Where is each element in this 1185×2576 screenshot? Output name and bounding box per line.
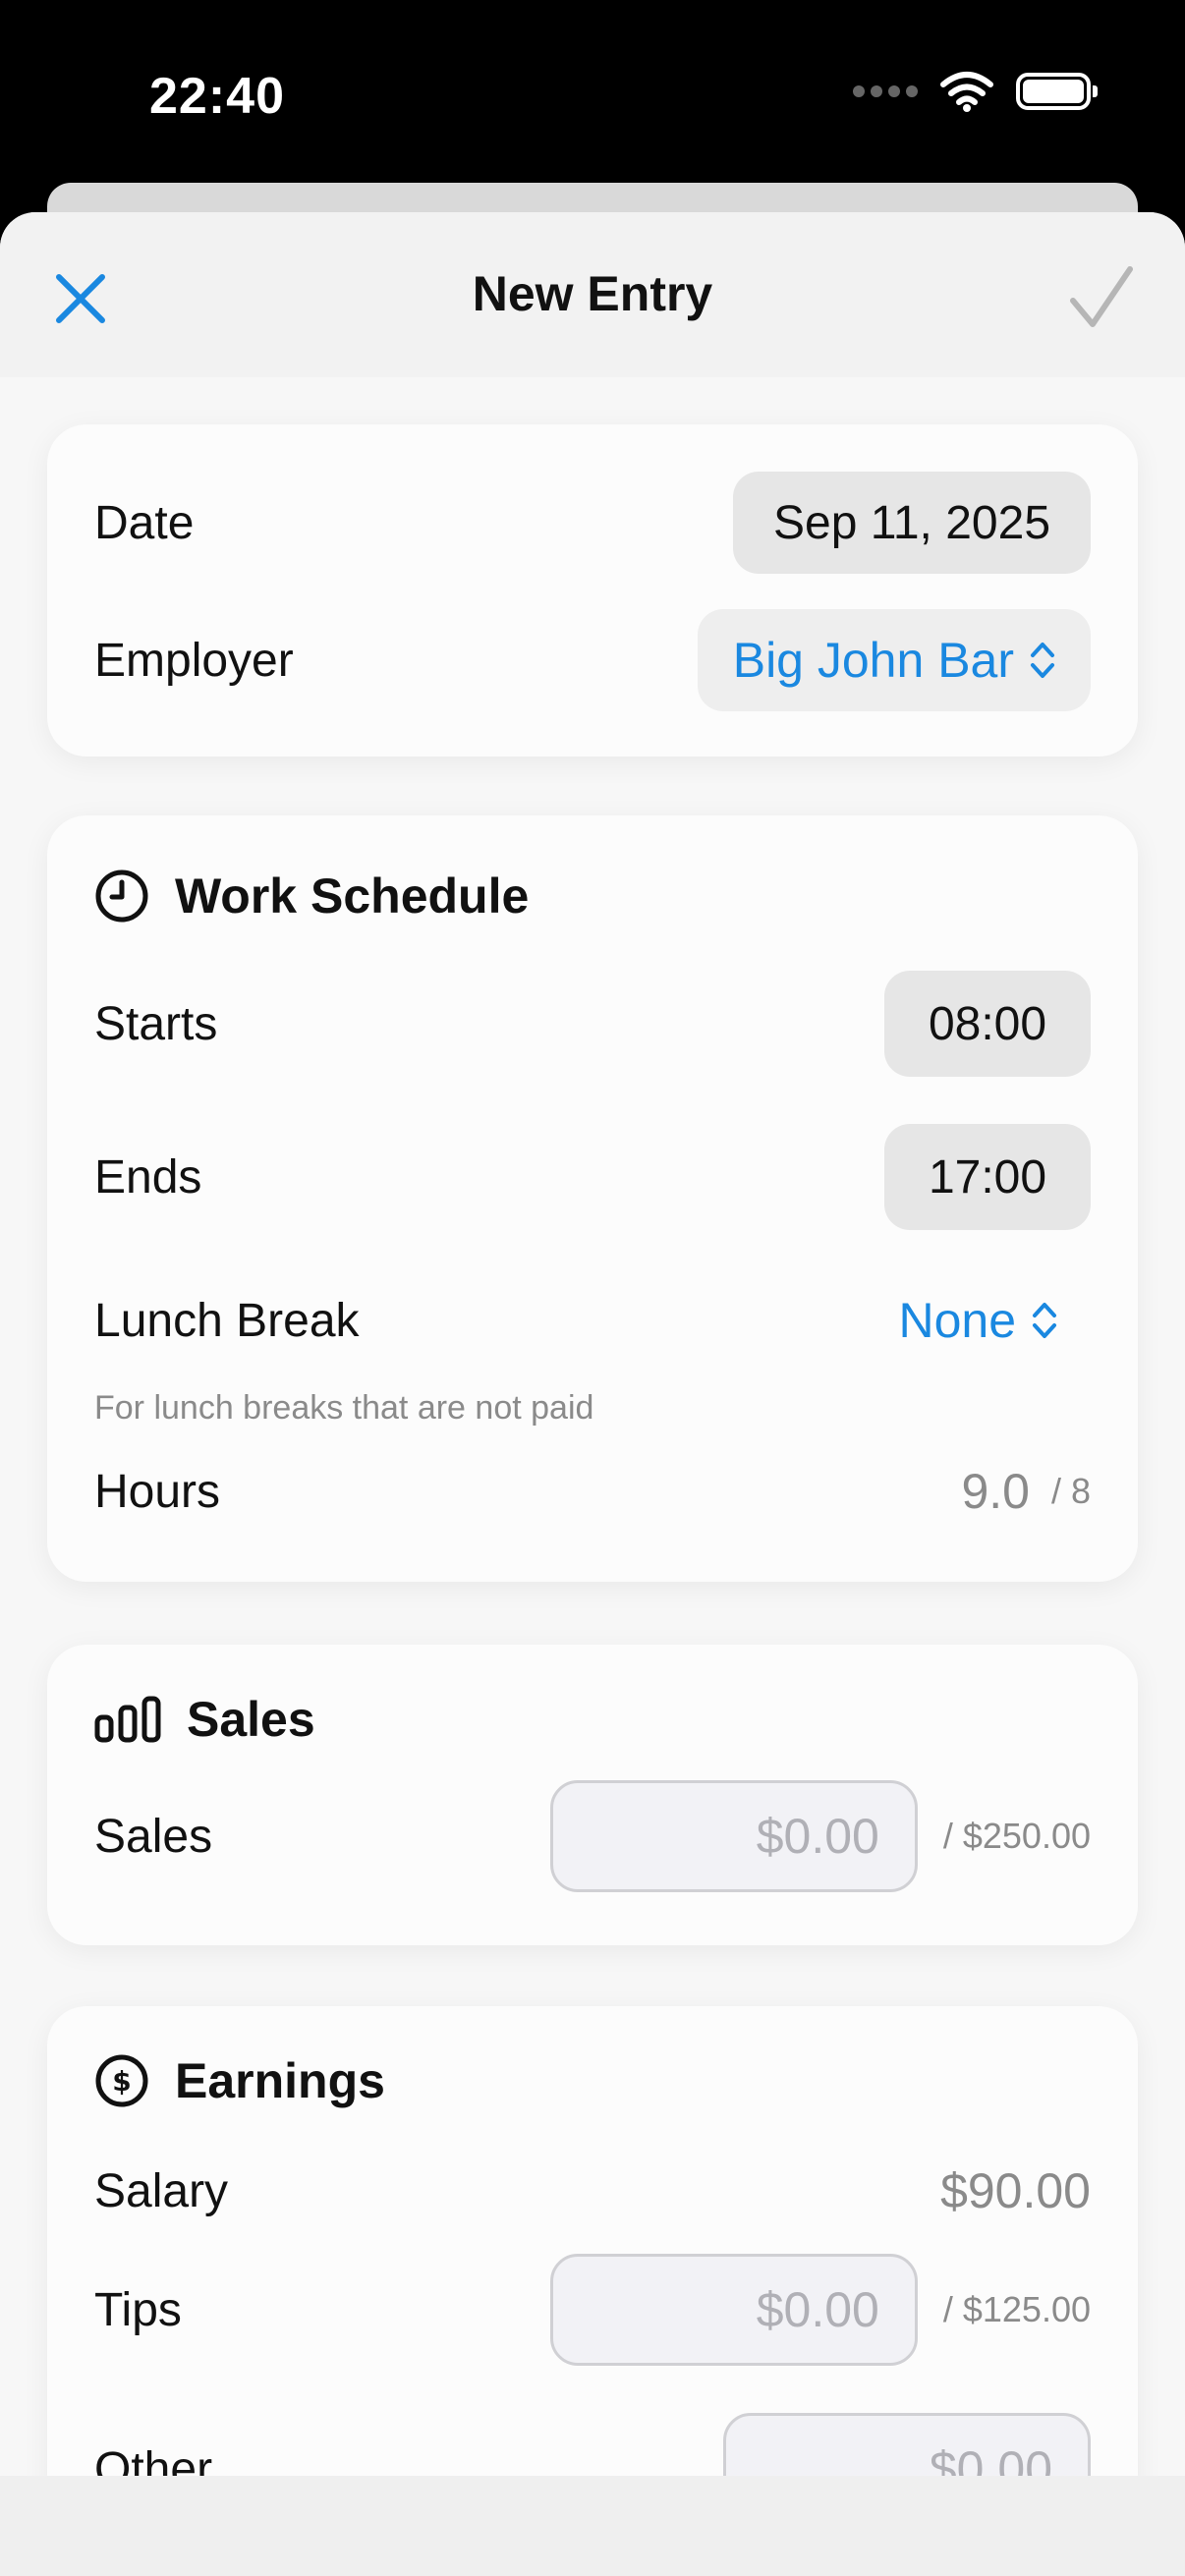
- status-icons: [853, 71, 1098, 112]
- checkmark-icon[interactable]: [1067, 263, 1136, 332]
- date-value: Sep 11, 2025: [772, 496, 1051, 549]
- hours-label: Hours: [94, 1465, 221, 1518]
- salary-label: Salary: [94, 2164, 229, 2217]
- ends-value: 17:00: [928, 1150, 1047, 1204]
- sales-card: Sales Sales $0.00 / $250.00: [47, 1645, 1138, 1945]
- employer-row: Employer Big John Bar: [94, 609, 1091, 711]
- sales-input-group: $0.00 / $250.00: [549, 1780, 1091, 1892]
- tips-input[interactable]: $0.00: [549, 2254, 918, 2366]
- svg-text:$: $: [112, 2065, 131, 2098]
- tips-target: / $125.00: [942, 2289, 1091, 2329]
- date-label: Date: [94, 496, 195, 549]
- earnings-header: $ Earnings: [94, 2045, 385, 2116]
- sales-header: Sales: [94, 1684, 315, 1755]
- sales-input[interactable]: $0.00: [549, 1780, 918, 1892]
- lunch-break-picker[interactable]: None: [898, 1292, 1091, 1349]
- ends-label: Ends: [94, 1150, 202, 1204]
- lunch-break-label: Lunch Break: [94, 1294, 360, 1347]
- starts-value: 08:00: [928, 997, 1047, 1050]
- starts-label: Starts: [94, 997, 218, 1050]
- work-schedule-card: Work Schedule Starts 08:00 Ends 17:00 Lu…: [47, 815, 1138, 1582]
- employer-picker[interactable]: Big John Bar: [697, 609, 1091, 711]
- form-content: Date Sep 11, 2025 Employer Big John Bar: [0, 377, 1185, 2576]
- nav-bar: New Entry: [0, 212, 1185, 377]
- bottom-toolbar: [0, 2476, 1185, 2576]
- sales-title: Sales: [187, 1692, 315, 1747]
- dollar-circle-icon: $: [95, 2054, 148, 2107]
- sales-row: Sales $0.00 / $250.00: [94, 1778, 1091, 1894]
- lunch-break-row: Lunch Break None: [94, 1273, 1091, 1368]
- bar-chart-icon: [94, 1696, 161, 1743]
- employer-value: Big John Bar: [732, 633, 1014, 688]
- tips-label: Tips: [94, 2283, 182, 2336]
- tips-placeholder: $0.00: [756, 2282, 879, 2337]
- hours-row: Hours 9.0 / 8: [94, 1444, 1091, 1539]
- tips-row: Tips $0.00 / $125.00: [94, 2252, 1091, 2368]
- work-schedule-title: Work Schedule: [175, 868, 530, 924]
- hours-target: / 8: [1050, 1471, 1091, 1511]
- starts-row: Starts 08:00: [94, 971, 1091, 1077]
- sales-target: / $250.00: [942, 1816, 1091, 1856]
- date-picker[interactable]: Sep 11, 2025: [733, 472, 1091, 574]
- work-schedule-header: Work Schedule: [94, 861, 529, 931]
- lunch-break-value: None: [898, 1293, 1016, 1348]
- wifi-icon: [940, 72, 993, 112]
- hours-value-group: 9.0 / 8: [961, 1463, 1091, 1520]
- general-card: Date Sep 11, 2025 Employer Big John Bar: [47, 424, 1138, 756]
- sales-placeholder: $0.00: [756, 1809, 879, 1864]
- battery-icon: [1016, 73, 1098, 110]
- tips-input-group: $0.00 / $125.00: [549, 2254, 1091, 2366]
- ends-time-picker[interactable]: 17:00: [884, 1124, 1091, 1230]
- chevron-up-down-icon: [1033, 1303, 1056, 1338]
- earnings-title: Earnings: [175, 2053, 385, 2108]
- salary-value: $90.00: [940, 2163, 1091, 2218]
- new-entry-sheet: New Entry Date Sep 11, 2025 Employer Big…: [0, 212, 1185, 2576]
- status-bar: 22:40: [0, 0, 1185, 187]
- clock-icon: [95, 869, 148, 923]
- chevron-up-down-icon: [1031, 643, 1054, 678]
- date-row: Date Sep 11, 2025: [94, 472, 1091, 574]
- lunch-break-note: For lunch breaks that are not paid: [94, 1389, 594, 1427]
- status-time: 22:40: [149, 68, 285, 125]
- page-title: New Entry: [472, 266, 713, 321]
- salary-row: Salary $90.00: [94, 2144, 1091, 2238]
- employer-label: Employer: [94, 634, 294, 687]
- sales-label: Sales: [94, 1810, 213, 1863]
- cellular-signal-icon: [853, 85, 918, 97]
- starts-time-picker[interactable]: 08:00: [884, 971, 1091, 1077]
- ends-row: Ends 17:00: [94, 1124, 1091, 1230]
- hours-value: 9.0: [961, 1464, 1030, 1519]
